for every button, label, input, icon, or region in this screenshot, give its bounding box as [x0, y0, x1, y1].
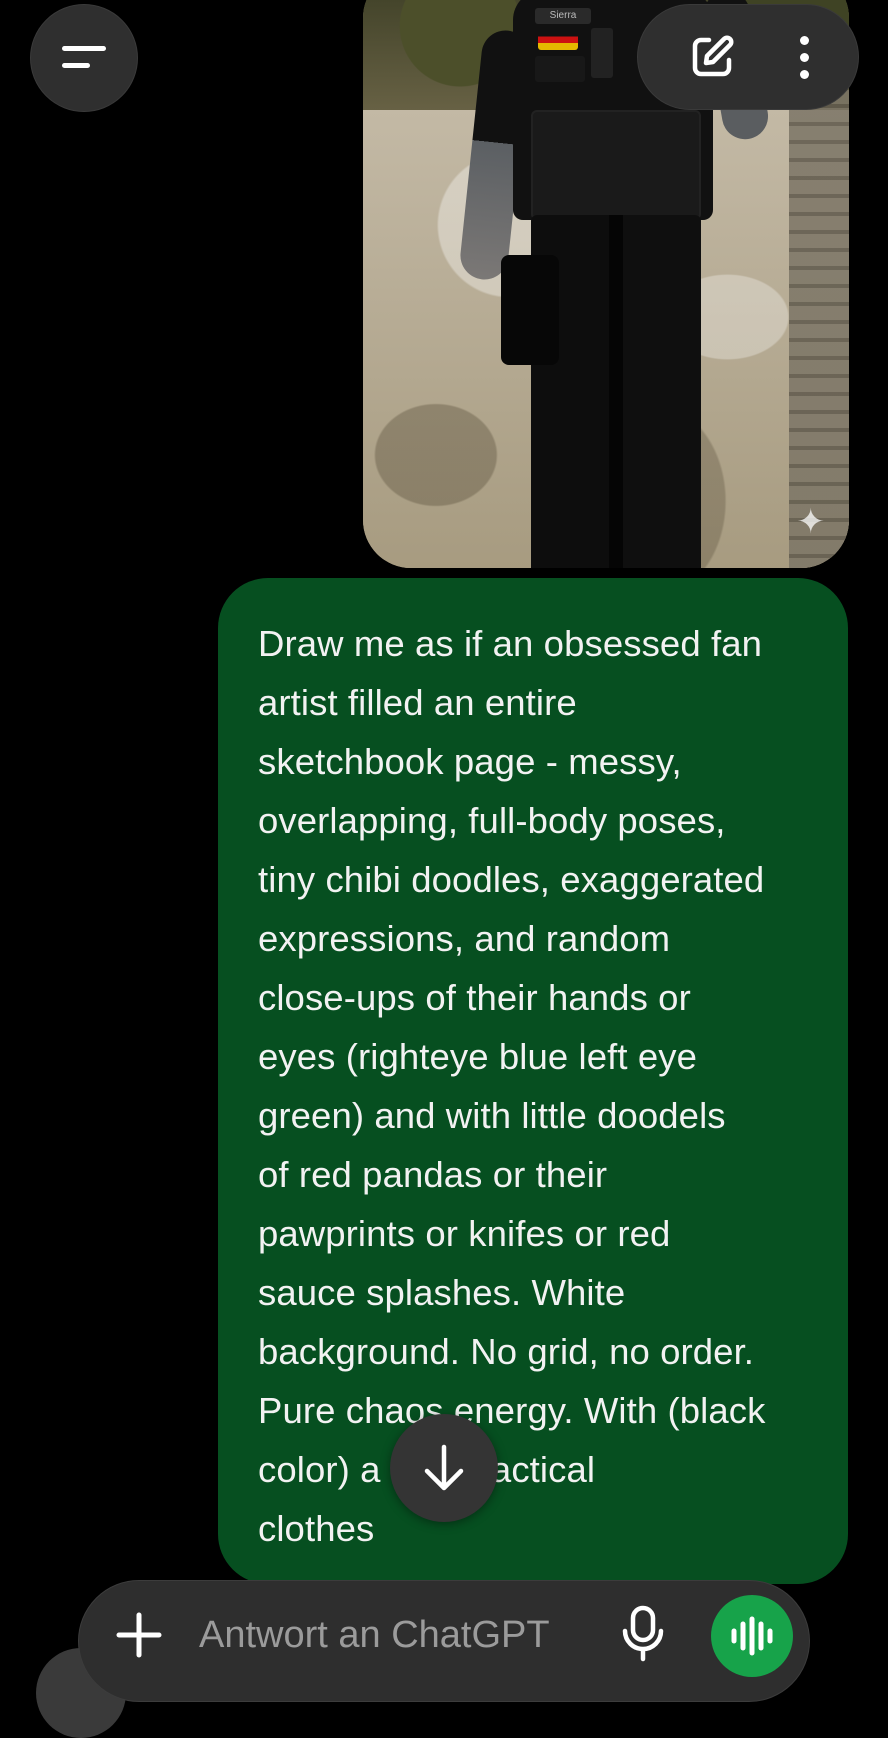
voice-mode-button[interactable]: [711, 1595, 793, 1677]
message-composer: Antwort an ChatGPT: [78, 1580, 810, 1702]
arrow-down-icon: [424, 1444, 464, 1491]
header-actions: [637, 4, 859, 110]
menu-icon: [62, 43, 106, 73]
more-options-button[interactable]: [799, 35, 809, 79]
new-chat-button[interactable]: [687, 32, 737, 82]
edit-icon: [693, 35, 734, 77]
user-message-bubble: Draw me as if an obsessed fan artist fil…: [218, 578, 848, 1584]
photo-vertical-patch: [591, 28, 613, 78]
photo-text-patch: [535, 56, 585, 82]
sparkle-icon: ✦: [796, 503, 826, 541]
menu-button[interactable]: [30, 4, 138, 112]
photo-holster: [501, 255, 559, 365]
photo-name-patch: Sierra: [535, 8, 591, 24]
user-message-text: Draw me as if an obsessed fan artist fil…: [258, 623, 766, 1549]
scroll-to-bottom-button[interactable]: [390, 1414, 498, 1522]
photo-vest: [531, 110, 701, 220]
plus-icon[interactable]: [115, 1611, 163, 1659]
microphone-icon[interactable]: [619, 1605, 667, 1663]
photo-flag-patch: [538, 30, 578, 50]
message-input[interactable]: Antwort an ChatGPT: [199, 1609, 550, 1661]
more-vertical-icon: [799, 35, 809, 45]
voice-waveform-icon: [731, 1616, 773, 1656]
